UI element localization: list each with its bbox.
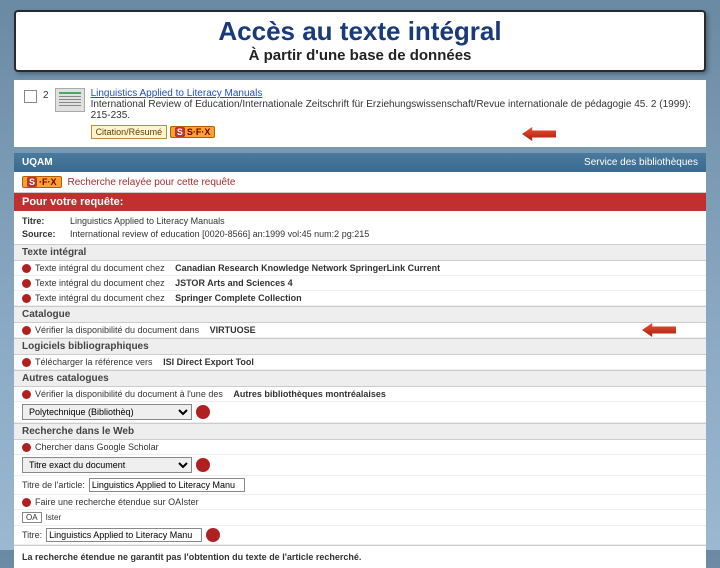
- scope-select[interactable]: Titre exact du document: [22, 457, 192, 473]
- result-citation: International Review of Education/Intern…: [91, 99, 696, 121]
- web-oaister-row[interactable]: Faire une recherche étendue sur OAIster: [14, 495, 706, 510]
- go-button[interactable]: [196, 405, 210, 419]
- sfx-subtitle: Recherche relayée pour cette requête: [68, 177, 236, 188]
- oa-badge: OA: [22, 512, 42, 523]
- result-number: 2: [43, 90, 49, 101]
- page-subtitle: À partir d'une base de données: [26, 47, 694, 64]
- bullet-icon: [22, 264, 31, 273]
- biblio-row[interactable]: Télécharger la référence vers ISI Direct…: [14, 355, 706, 370]
- go-button[interactable]: [206, 528, 220, 542]
- article-input[interactable]: [89, 478, 245, 492]
- bullet-icon: [22, 326, 31, 335]
- title-bar: Accès au texte intégral À partir d'une b…: [14, 10, 706, 72]
- title-label: Titre:: [22, 215, 70, 228]
- other-row[interactable]: Vérifier la disponibilité du document à …: [14, 387, 706, 402]
- source-value: International review of education [0020-…: [70, 229, 369, 239]
- citation-button[interactable]: Citation/Résumé: [91, 125, 168, 139]
- web-title-label: Titre:: [22, 530, 42, 540]
- result-title-link[interactable]: Linguistics Applied to Literacy Manuals: [91, 88, 696, 99]
- page-title: Accès au texte intégral: [26, 16, 694, 47]
- web-title-input[interactable]: [46, 528, 202, 542]
- web-scholar-row[interactable]: Chercher dans Google Scholar: [14, 440, 706, 455]
- bullet-icon: [22, 358, 31, 367]
- go-button[interactable]: [196, 458, 210, 472]
- web-article-row: Titre de l'article:: [14, 476, 706, 495]
- bullet-icon: [22, 390, 31, 399]
- service-label: Service des bibliothèques: [584, 157, 698, 168]
- library-select[interactable]: Polytechnique (Bibliothèq): [22, 404, 192, 420]
- service-header: UQAM Service des bibliothèques: [14, 153, 706, 172]
- title-value: Linguistics Applied to Literacy Manuals: [70, 216, 225, 226]
- bullet-icon: [22, 498, 31, 507]
- other-select-row: Polytechnique (Bibliothèq): [14, 402, 706, 423]
- catalogue-row[interactable]: Vérifier la disponibilité du document da…: [14, 323, 706, 338]
- request-body: Titre:Linguistics Applied to Literacy Ma…: [14, 211, 706, 244]
- sfx-badge: S·F·X: [22, 176, 62, 188]
- disclaimer: La recherche étendue ne garantit pas l'o…: [14, 545, 706, 568]
- result-checkbox[interactable]: [24, 90, 37, 103]
- web-oa-row: OA Ister: [14, 510, 706, 526]
- section-other-header: Autres catalogues: [14, 370, 706, 387]
- fulltext-row[interactable]: Texte intégral du document chez Canadian…: [14, 261, 706, 276]
- section-biblio-header: Logiciels bibliographiques: [14, 338, 706, 355]
- sfx-panel: UQAM Service des bibliothèques S·F·X Rec…: [14, 153, 706, 568]
- bullet-icon: [22, 443, 31, 452]
- section-catalogue-header: Catalogue: [14, 306, 706, 323]
- request-header: Pour votre requête:: [14, 193, 706, 211]
- fulltext-row[interactable]: Texte intégral du document chez Springer…: [14, 291, 706, 306]
- search-result-panel: 2 Linguistics Applied to Literacy Manual…: [14, 80, 706, 147]
- document-icon: [55, 88, 85, 112]
- bullet-icon: [22, 294, 31, 303]
- article-label: Titre de l'article:: [22, 480, 85, 490]
- source-label: Source:: [22, 228, 70, 241]
- sfx-row: S·F·X Recherche relayée pour cette requê…: [14, 172, 706, 193]
- web-title-row: Titre:: [14, 526, 706, 545]
- bullet-icon: [22, 279, 31, 288]
- fulltext-row[interactable]: Texte intégral du document chez JSTOR Ar…: [14, 276, 706, 291]
- section-web-header: Recherche dans le Web: [14, 423, 706, 440]
- section-fulltext-header: Texte intégral: [14, 244, 706, 261]
- sfx-button[interactable]: SS·F·X: [170, 126, 216, 138]
- uqam-logo: UQAM: [22, 157, 53, 168]
- web-select-row: Titre exact du document: [14, 455, 706, 476]
